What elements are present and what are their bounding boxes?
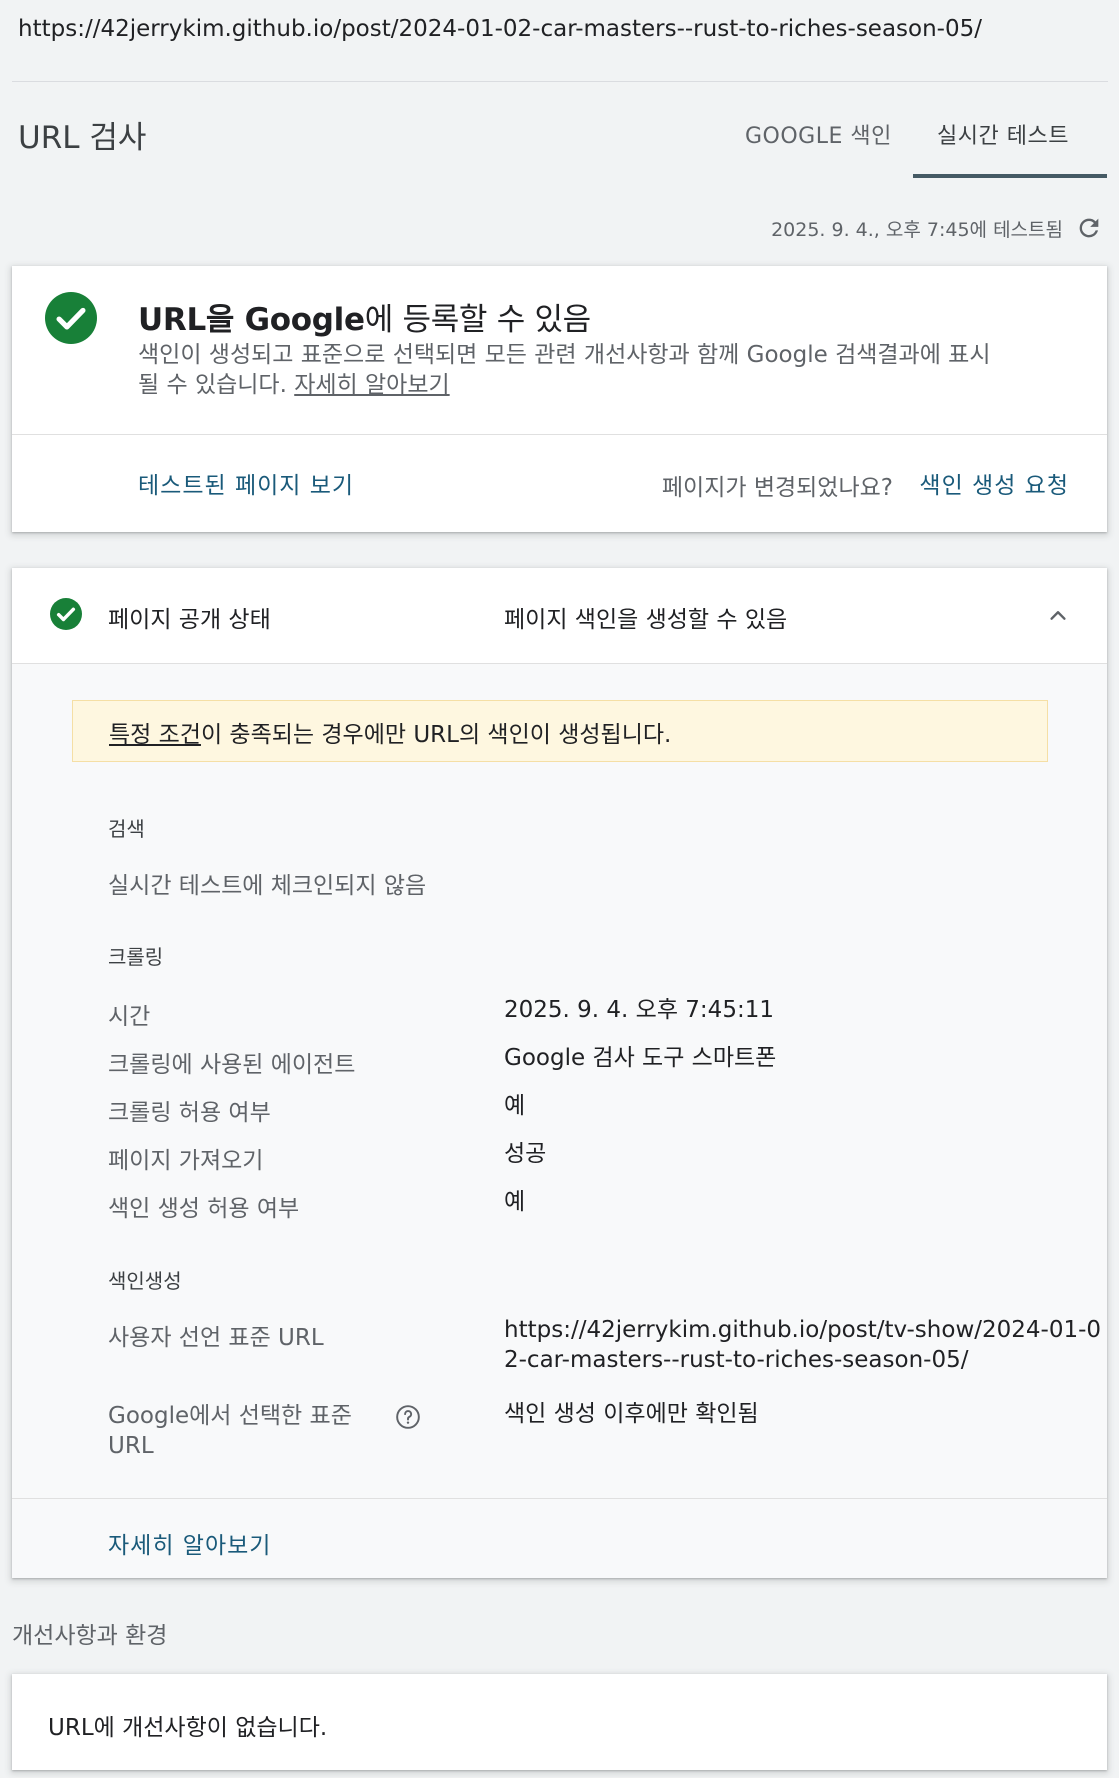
crawl-allowed-value: 예 xyxy=(504,1093,526,1119)
user-canonical-value-line2: 2-car-masters--rust-to-riches-season-05/ xyxy=(504,1347,969,1373)
user-canonical-label: 사용자 선언 표준 URL xyxy=(108,1325,324,1351)
summary-card: URL을 Google에 등록할 수 있음 색인이 생성되고 표준으로 선택되면… xyxy=(12,266,1107,532)
page-availability-status: 페이지 색인을 생성할 수 있음 xyxy=(504,607,788,633)
specific-conditions-link[interactable]: 특정 조건 xyxy=(109,722,201,748)
google-canonical-label: Google에서 선택한 표준 URL xyxy=(108,1401,352,1461)
google-canonical-value: 색인 생성 이후에만 확인됨 xyxy=(504,1401,759,1427)
page-availability-title: 페이지 공개 상태 xyxy=(108,607,271,633)
user-canonical-value-line1: https://42jerrykim.github.io/post/tv-sho… xyxy=(504,1317,1102,1343)
page-availability-header[interactable]: 페이지 공개 상태 페이지 색인을 생성할 수 있음 xyxy=(12,568,1107,664)
refresh-icon[interactable] xyxy=(1075,214,1103,242)
check-circle-icon xyxy=(50,598,82,630)
request-indexing-button[interactable]: 색인 생성 요청 xyxy=(919,466,1069,500)
crawl-agent-label: 크롤링에 사용된 에이전트 xyxy=(108,1052,356,1078)
crawl-agent-value: Google 검사 도구 스마트폰 xyxy=(504,1045,777,1071)
indexing-section-label: 색인생성 xyxy=(108,1269,182,1293)
page-title: URL 검사 xyxy=(18,120,147,156)
user-canonical-value[interactable]: https://42jerrykim.github.io/post/tv-sho… xyxy=(504,1315,1101,1375)
indexing-allowed-label: 색인 생성 허용 여부 xyxy=(108,1196,300,1222)
discovery-value: 실시간 테스트에 체크인되지 않음 xyxy=(108,873,427,899)
google-canonical-label-line2: URL xyxy=(108,1433,154,1459)
chevron-up-icon[interactable] xyxy=(1047,604,1069,626)
crawl-time-value: 2025. 9. 4. 오후 7:45:11 xyxy=(504,997,774,1023)
page-fetch-value: 성공 xyxy=(504,1141,547,1167)
address-bar-url[interactable]: https://42jerrykim.github.io/post/2024-0… xyxy=(0,0,1119,81)
summary-title-rest: 에 등록할 수 있음 xyxy=(364,302,592,338)
tab-google-index[interactable]: GOOGLE 색인 xyxy=(745,118,892,150)
summary-title-bold: URL을 Google xyxy=(138,302,365,338)
divider xyxy=(12,1498,1107,1499)
page-changed-question: 페이지가 변경되었나요? xyxy=(661,475,893,501)
learn-more-button[interactable]: 자세히 알아보기 xyxy=(108,1526,271,1560)
learn-more-link[interactable]: 자세히 알아보기 xyxy=(294,372,449,398)
page-availability-card: 페이지 공개 상태 페이지 색인을 생성할 수 있음 특정 조건이 충족되는 경… xyxy=(12,568,1107,1578)
crawl-time-label: 시간 xyxy=(108,1004,151,1030)
tab-live-test[interactable]: 실시간 테스트 xyxy=(937,118,1069,150)
summary-description-text: 색인이 생성되고 표준으로 선택되면 모든 관련 개선사항과 함께 Google… xyxy=(138,342,991,398)
google-canonical-label-line1: Google에서 선택한 표준 xyxy=(108,1403,352,1429)
enhancements-card: URL에 개선사항이 없습니다. xyxy=(12,1674,1107,1770)
tested-timestamp: 2025. 9. 4., 오후 7:45에 테스트됨 xyxy=(771,218,1063,241)
indexing-allowed-value: 예 xyxy=(504,1189,526,1215)
page-fetch-label: 페이지 가져오기 xyxy=(108,1148,264,1174)
divider xyxy=(12,434,1107,435)
conditions-notice: 특정 조건이 충족되는 경우에만 URL의 색인이 생성됩니다. xyxy=(72,700,1048,762)
summary-description: 색인이 생성되고 표준으로 선택되면 모든 관련 개선사항과 함께 Google… xyxy=(138,340,1008,400)
notice-text: 이 충족되는 경우에만 URL의 색인이 생성됩니다. xyxy=(200,722,672,748)
crawl-section-label: 크롤링 xyxy=(108,945,164,969)
no-enhancements-message: URL에 개선사항이 없습니다. xyxy=(48,1715,328,1741)
tested-timestamp-row: 2025. 9. 4., 오후 7:45에 테스트됨 xyxy=(771,214,1103,242)
active-tab-indicator xyxy=(913,174,1107,178)
crawl-allowed-label: 크롤링 허용 여부 xyxy=(108,1100,271,1126)
check-circle-icon xyxy=(45,292,97,344)
help-icon[interactable] xyxy=(395,1404,421,1430)
discovery-section-label: 검색 xyxy=(108,817,145,841)
divider xyxy=(12,81,1108,82)
view-tested-page-button[interactable]: 테스트된 페이지 보기 xyxy=(138,466,354,500)
summary-title: URL을 Google에 등록할 수 있음 xyxy=(138,294,591,339)
enhancements-section-title: 개선사항과 환경 xyxy=(12,1623,168,1649)
